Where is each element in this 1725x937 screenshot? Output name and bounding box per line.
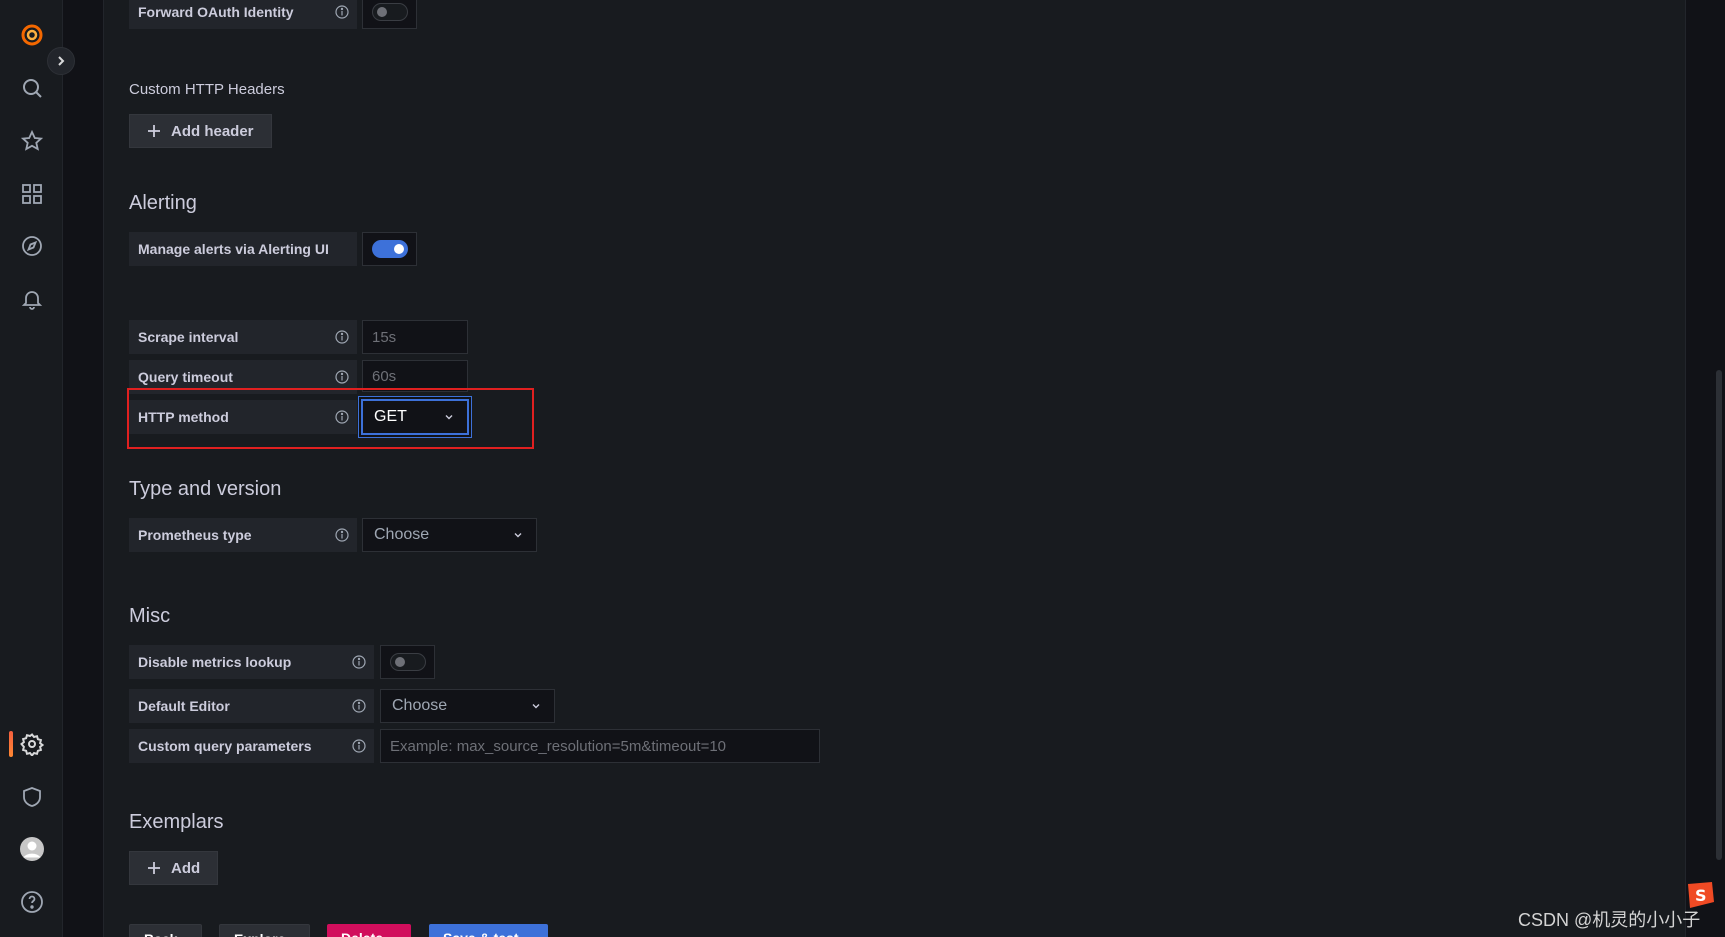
custom-headers-title: Custom HTTP Headers: [129, 81, 285, 98]
disable-metrics-label: Disable metrics lookup: [129, 645, 374, 679]
forward-oauth-label: Forward OAuth Identity: [129, 0, 357, 29]
default-editor-select[interactable]: Choose: [380, 689, 555, 723]
alerting-title: Alerting: [129, 192, 197, 214]
chevron-down-icon: [530, 700, 542, 712]
help-icon[interactable]: [0, 880, 63, 924]
save-test-button[interactable]: Save & test: [429, 924, 548, 937]
explore-button[interactable]: Explore: [219, 924, 310, 937]
info-icon[interactable]: [352, 699, 366, 713]
manage-alerts-toggle[interactable]: [371, 240, 408, 258]
sidebar: [0, 0, 63, 937]
disable-metrics-switch-wrap: [380, 645, 435, 679]
plus-icon: [148, 125, 160, 137]
back-button[interactable]: Back: [129, 924, 202, 937]
manage-alerts-label: Manage alerts via Alerting UI: [129, 232, 357, 266]
sidebar-expand-button[interactable]: [47, 47, 75, 75]
info-icon[interactable]: [335, 330, 349, 344]
add-header-button[interactable]: Add header: [129, 114, 272, 148]
forward-oauth-switch-wrap: [362, 0, 417, 29]
custom-query-input[interactable]: Example: max_source_resolution=5m&timeou…: [380, 729, 820, 763]
shield-icon[interactable]: [0, 775, 63, 819]
scrape-interval-label: Scrape interval: [129, 320, 357, 354]
disable-metrics-toggle[interactable]: [389, 653, 426, 671]
csdn-logo-icon: S: [1688, 882, 1714, 908]
info-icon[interactable]: [352, 655, 366, 669]
prometheus-type-label: Prometheus type: [129, 518, 357, 552]
highlight-box: [127, 388, 534, 449]
info-icon[interactable]: [335, 528, 349, 542]
custom-query-label: Custom query parameters: [129, 729, 374, 763]
explore-icon[interactable]: [0, 224, 63, 268]
main-content: [103, 0, 1686, 937]
info-icon[interactable]: [352, 739, 366, 753]
forward-oauth-toggle[interactable]: [371, 3, 408, 21]
gear-icon[interactable]: [0, 722, 63, 766]
prometheus-type-select[interactable]: Choose: [362, 518, 537, 552]
add-exemplar-button[interactable]: Add: [129, 851, 219, 885]
delete-button[interactable]: Delete: [327, 924, 411, 937]
info-icon[interactable]: [335, 5, 349, 19]
scrollbar-thumb[interactable]: [1716, 370, 1722, 860]
chevron-down-icon: [512, 529, 524, 541]
misc-title: Misc: [129, 605, 171, 627]
default-editor-label: Default Editor: [129, 689, 374, 723]
scrape-interval-input[interactable]: 15s: [362, 320, 468, 354]
type-version-title: Type and version: [129, 478, 282, 500]
info-icon[interactable]: [335, 370, 349, 384]
exemplars-title: Exemplars: [129, 811, 224, 833]
manage-alerts-switch-wrap: [362, 232, 417, 266]
watermark: CSDN @机灵的小小子: [1518, 910, 1701, 930]
dashboards-icon[interactable]: [0, 172, 63, 216]
star-icon[interactable]: [0, 119, 63, 163]
plus-icon: [148, 862, 160, 874]
svg-text:S: S: [1695, 886, 1707, 905]
bell-icon[interactable]: [0, 277, 63, 321]
avatar[interactable]: [0, 827, 63, 871]
